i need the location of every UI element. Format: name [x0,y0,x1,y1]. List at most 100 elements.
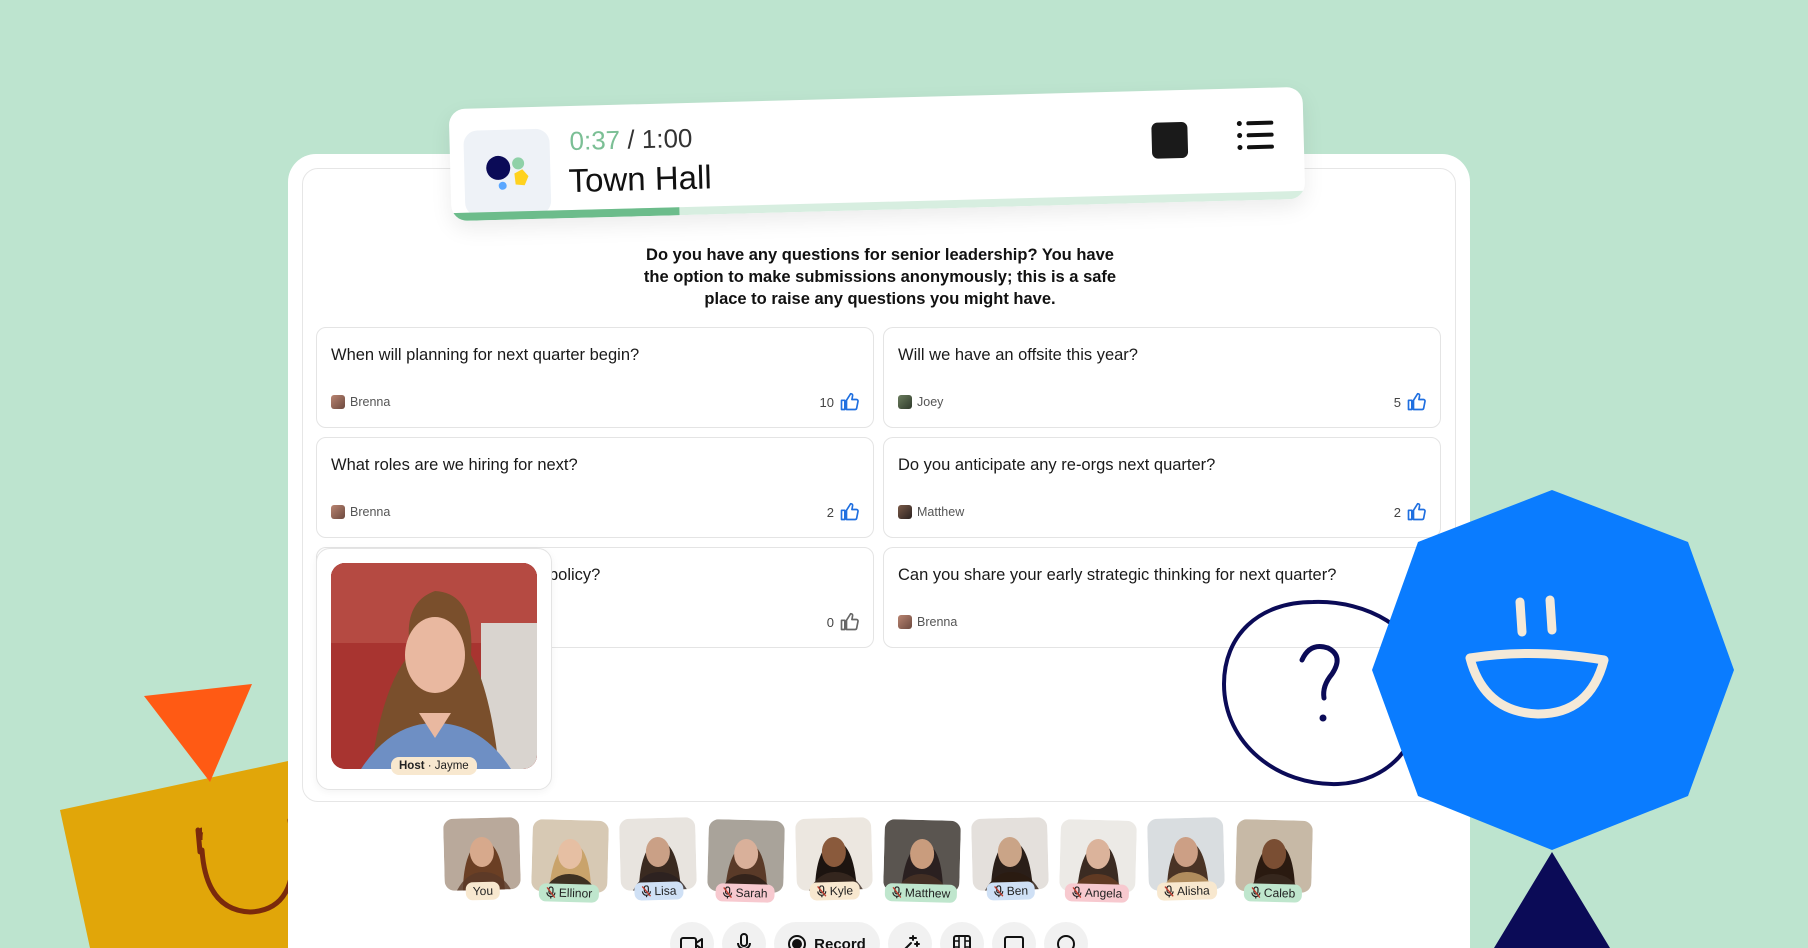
avatar [898,615,912,629]
question-text: When will planning for next quarter begi… [331,346,640,364]
participant-tile[interactable]: Angela [1059,819,1137,903]
participant-video [795,817,873,891]
muted-microphone-icon [641,885,652,898]
question-author: Brenna [331,395,390,409]
question-card[interactable]: Will we have an offsite this year? Joey … [883,327,1441,428]
participant-name: Sarah [735,885,768,901]
participant-video [1235,819,1313,893]
participant-video [443,817,521,891]
participant-name-badge: Lisa [634,881,684,901]
host-name-badge: Host · Jayme [391,757,477,775]
question-author: Matthew [898,505,964,519]
question-author: Joey [898,395,943,409]
record-label: Record [814,935,866,948]
participant-tile[interactable]: Ellinor [531,819,609,903]
record-icon [788,935,807,948]
upvote-button[interactable]: 2 [1394,502,1426,522]
participant-name: Kyle [829,883,854,899]
question-card[interactable]: Do you anticipate any re-orgs next quart… [883,437,1441,538]
avatar [331,395,345,409]
participant-name-badge: Matthew [884,883,958,903]
session-title: Town Hall [568,158,713,200]
participant-tile[interactable]: Sarah [707,819,785,903]
muted-microphone-icon [892,886,902,899]
avatar [331,505,345,519]
muted-microphone-icon [1251,886,1261,899]
participant-video [1147,817,1225,891]
upvote-button[interactable]: 5 [1394,392,1426,412]
participant-name: Ellinor [558,885,593,901]
app-logo-icon [463,128,552,217]
navy-triangle [1494,852,1610,948]
participant-video [619,817,697,891]
muted-microphone-icon [1072,886,1082,899]
participant-name-badge: Angela [1064,883,1130,903]
upvote-button[interactable]: 0 [827,612,859,632]
thumbs-up-icon [1407,392,1426,411]
participant-name: Caleb [1263,885,1296,901]
muted-microphone-icon [817,885,827,898]
avatar [898,395,912,409]
participant-name-badge: Sarah [715,883,775,903]
question-text: policy? [549,566,601,584]
participant-tile[interactable]: Caleb [1235,819,1313,903]
record-button[interactable]: Record [774,922,880,948]
thumbs-up-icon [840,502,859,521]
session-timer: 0:37 / 1:00 [569,122,693,157]
avatar [898,505,912,519]
question-text: Can you share your early strategic think… [898,566,1337,584]
participant-name-badge: Alisha [1156,881,1217,901]
question-card[interactable]: When will planning for next quarter begi… [316,327,874,428]
session-header: 0:37 / 1:00 Town Hall [448,86,1306,222]
question-author: Brenna [331,505,390,519]
participant-name: Angela [1084,885,1123,901]
participant-name: You [472,883,494,899]
participant-name: Lisa [654,883,677,899]
participant-name: Ben [1006,883,1029,899]
participant-name-badge: Ben [986,881,1036,901]
thumbs-up-icon [840,612,859,631]
participant-name: Matthew [904,885,951,901]
question-author: Brenna [898,615,957,629]
film-icon [953,935,971,948]
question-card[interactable]: What roles are we hiring for next? Brenn… [316,437,874,538]
participant-tile[interactable]: Ben [971,817,1049,901]
participant-video [971,817,1049,891]
upvote-button[interactable]: 10 [820,392,859,412]
muted-microphone-icon [994,885,1004,898]
participant-name-badge: Caleb [1243,883,1303,903]
participant-tile[interactable]: Alisha [1147,817,1225,901]
participant-video [531,819,609,893]
thumbs-up-icon [1407,502,1426,521]
reaction-icon [1057,935,1075,948]
question-text: Will we have an offsite this year? [898,346,1138,364]
participant-tile[interactable]: You [443,817,521,901]
microphone-icon [737,933,751,948]
muted-microphone-icon [1164,885,1174,898]
participant-video [1059,819,1137,893]
camera-icon [680,937,703,948]
question-prompt: Do you have any questions for senior lea… [643,246,1117,308]
participant-tile[interactable]: Lisa [619,817,697,901]
host-video-tile[interactable]: Host · Jayme [316,548,552,790]
host-video [331,563,537,769]
participant-tile[interactable]: Kyle [795,817,873,901]
stop-button[interactable] [1151,121,1189,159]
participant-name: Alisha [1176,883,1210,899]
participant-video [883,819,961,893]
participant-name-badge: You [465,881,501,901]
screen-share-icon [1004,936,1024,948]
thumbs-up-icon [840,392,859,411]
participant-tile[interactable]: Matthew [883,819,961,903]
muted-microphone-icon [546,886,556,899]
orange-triangle [144,684,252,782]
participant-video [707,819,785,893]
menu-icon[interactable] [1235,118,1276,153]
effects-icon [904,935,920,948]
question-card[interactable]: Can you share your early strategic think… [883,547,1441,648]
muted-microphone-icon [722,886,733,899]
participant-name-badge: Kyle [809,881,861,901]
question-text: Do you anticipate any re-orgs next quart… [898,456,1216,474]
question-text: What roles are we hiring for next? [331,456,578,474]
upvote-button[interactable]: 2 [827,502,859,522]
